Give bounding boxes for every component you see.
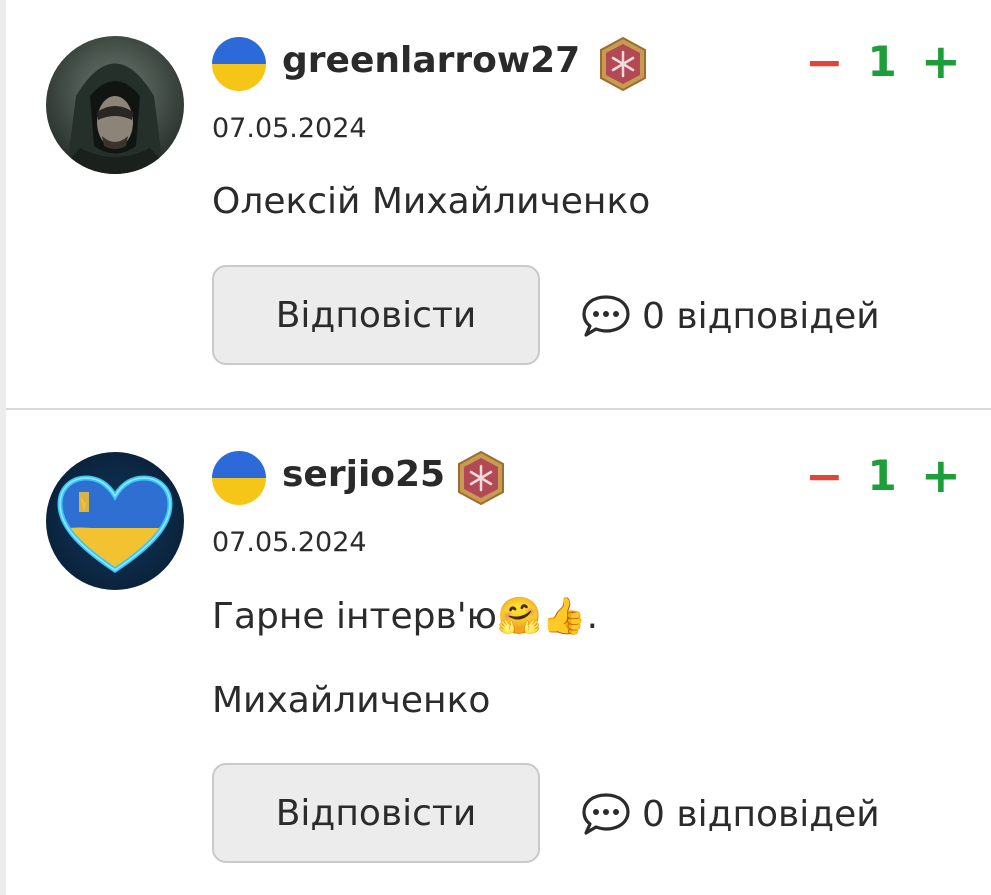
upvote-button[interactable]: + [921,452,961,500]
comment-date: 07.05.2024 [212,527,367,558]
comment-text-main: Гарне інтерв'ю [212,596,497,637]
comments-feed: greenlarrow27 − 1 + 07.05.2024 Олексій М… [0,0,991,895]
vote-controls: − 1 + [805,38,961,86]
speech-bubble-icon [582,793,630,835]
replies-count-label: 0 відповідей [642,295,880,337]
ukraine-flag-icon [212,451,266,505]
rank-badge-icon [455,450,507,506]
comment-text: Гарне інтерв'ю🤗👍. [212,595,598,637]
ukraine-flag-icon [212,37,266,91]
user-avatar[interactable] [46,452,184,590]
replies-link[interactable]: 0 відповідей [580,293,880,339]
downvote-button[interactable]: − [805,453,844,499]
comment-item: greenlarrow27 − 1 + 07.05.2024 Олексій М… [0,0,991,408]
replies-count-label: 0 відповідей [642,793,880,835]
replies-link[interactable]: 0 відповідей [580,791,880,837]
rank-badge-icon [597,36,649,92]
username[interactable]: greenlarrow27 [282,40,580,81]
username[interactable]: serjio25 [282,454,445,495]
hooded-archer-avatar [46,36,184,174]
upvote-button[interactable]: + [921,38,961,86]
comment-text: Михайличенко [212,680,491,721]
comment-date: 07.05.2024 [212,113,367,144]
comment-item: serjio25 − 1 + 07.05.2024 Гарне інтерв'ю… [0,410,991,895]
comment-text: Олексій Михайличенко [212,181,651,222]
downvote-button[interactable]: − [805,39,844,85]
reply-button[interactable]: Відповісти [212,763,540,863]
vote-controls: − 1 + [805,452,961,500]
user-avatar[interactable] [46,36,184,174]
reply-button[interactable]: Відповісти [212,265,540,365]
comment-text-end: . [586,596,599,637]
vote-score: 1 [867,451,897,500]
hug-thumbs-up-emoji: 🤗👍 [496,596,587,637]
ukraine-heart-avatar [46,452,184,590]
speech-bubble-icon [582,295,630,337]
vote-score: 1 [867,37,897,86]
